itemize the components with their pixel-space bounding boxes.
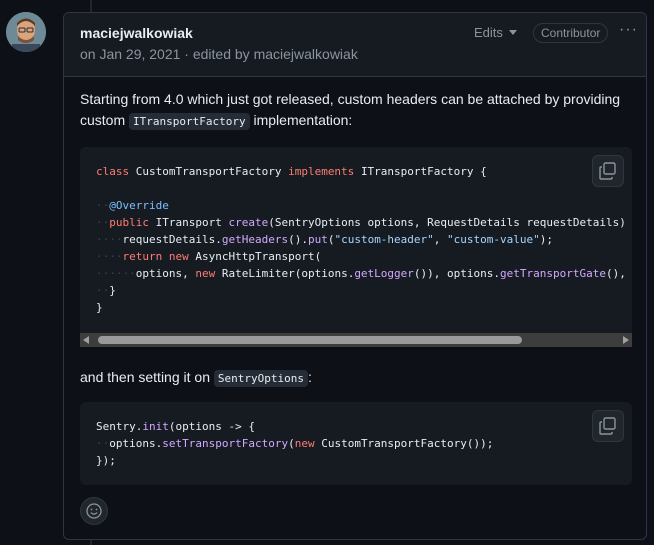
copy-icon bbox=[599, 162, 616, 180]
code-token: ( bbox=[288, 437, 295, 450]
scroll-left-icon[interactable] bbox=[83, 336, 89, 344]
code-token: new bbox=[294, 437, 322, 450]
code-block-sentry-init: Sentry.init(options -> { ··options.setTr… bbox=[80, 402, 632, 485]
code-token: requestDetails. bbox=[122, 233, 222, 246]
code-content: class CustomTransportFactory implements … bbox=[96, 163, 632, 316]
code-token: init bbox=[142, 420, 169, 433]
code-token: ······ bbox=[96, 267, 136, 280]
code-block-transport-factory: class CustomTransportFactory implements … bbox=[80, 147, 632, 347]
author-name[interactable]: maciejwalkowiak bbox=[80, 25, 193, 41]
code-token: ·· bbox=[96, 199, 110, 212]
paragraph-1-text-b: implementation: bbox=[249, 112, 353, 128]
comment-meta: on Jan 29, 2021 · edited by maciejwalkow… bbox=[80, 46, 358, 62]
code-token: return bbox=[122, 250, 169, 263]
code-token: public bbox=[109, 216, 156, 229]
avatar-image bbox=[6, 12, 46, 52]
code-token: ···· bbox=[96, 250, 123, 263]
code-token: @Override bbox=[109, 199, 169, 212]
code-content: Sentry.init(options -> { ··options.setTr… bbox=[96, 418, 493, 469]
code-token: CustomTransportFactory bbox=[135, 165, 289, 178]
add-reaction-button[interactable] bbox=[80, 497, 108, 525]
code-token: (options -> { bbox=[168, 420, 255, 433]
code-token: ·· bbox=[96, 437, 110, 450]
code-token: }); bbox=[96, 454, 116, 467]
paragraph-2-text-a: and then setting it on bbox=[80, 369, 214, 385]
code-token: getLogger bbox=[354, 267, 414, 280]
code-token: options. bbox=[109, 437, 163, 450]
code-token: ···· bbox=[96, 233, 123, 246]
code-token: (). bbox=[288, 233, 308, 246]
copy-icon bbox=[599, 417, 616, 435]
paragraph-1: Starting from 4.0 which just got release… bbox=[80, 89, 640, 132]
code-token: Sentry. bbox=[96, 420, 143, 433]
code-token: implements bbox=[288, 165, 361, 178]
code-token: class bbox=[96, 165, 136, 178]
code-token: CustomTransportFactory()); bbox=[321, 437, 494, 450]
copy-button[interactable] bbox=[592, 155, 624, 187]
scroll-right-icon[interactable] bbox=[623, 336, 629, 344]
code-token: ITransportFactory { bbox=[360, 165, 487, 178]
code-token: "custom-header" bbox=[334, 233, 434, 246]
code-token: options, bbox=[135, 267, 196, 280]
code-token: ITransport bbox=[155, 216, 229, 229]
scrollbar-thumb[interactable] bbox=[98, 336, 522, 344]
code-token: } bbox=[109, 284, 116, 297]
code-token: AsyncHttpTransport( bbox=[195, 250, 322, 263]
code-token: (SentryOptions options, RequestDetails r… bbox=[268, 216, 632, 229]
comment-box: maciejwalkowiak on Jan 29, 2021 · edited… bbox=[63, 12, 647, 540]
code-token: put bbox=[307, 233, 328, 246]
code-token: getHeaders bbox=[221, 233, 289, 246]
smiley-icon bbox=[86, 503, 102, 519]
code-token: getTransportGate bbox=[500, 267, 606, 280]
code-token: setTransportFactory bbox=[162, 437, 289, 450]
code-token: ); bbox=[539, 233, 554, 246]
code-token: create bbox=[228, 216, 269, 229]
code-token: new bbox=[195, 267, 222, 280]
code-token: new bbox=[168, 250, 196, 263]
copy-button[interactable] bbox=[592, 410, 624, 442]
comment-header: maciejwalkowiak on Jan 29, 2021 · edited… bbox=[64, 13, 646, 77]
paragraph-2-text-b: : bbox=[307, 369, 312, 385]
avatar[interactable] bbox=[6, 12, 46, 52]
edits-dropdown[interactable]: Edits bbox=[474, 25, 517, 40]
inline-code-itransportfactory: ITransportFactory bbox=[129, 113, 250, 130]
code-token: "custom-value" bbox=[447, 233, 540, 246]
code-token: ()), options. bbox=[413, 267, 501, 280]
edits-label: Edits bbox=[474, 25, 503, 40]
code-token: RateLimiter(options. bbox=[221, 267, 355, 280]
code-token: ·· bbox=[96, 284, 110, 297]
code-token: , bbox=[433, 233, 448, 246]
paragraph-2: and then setting it on SentryOptions: bbox=[80, 367, 312, 389]
code-token: ·· bbox=[96, 216, 110, 229]
chevron-down-icon bbox=[508, 30, 517, 35]
code-token: (), r bbox=[605, 267, 626, 280]
contributor-badge: Contributor bbox=[533, 23, 609, 43]
horizontal-scrollbar[interactable] bbox=[80, 333, 632, 347]
inline-code-sentryoptions: SentryOptions bbox=[213, 370, 308, 387]
code-token: } bbox=[96, 301, 103, 314]
more-options-icon[interactable]: ··· bbox=[619, 21, 638, 39]
